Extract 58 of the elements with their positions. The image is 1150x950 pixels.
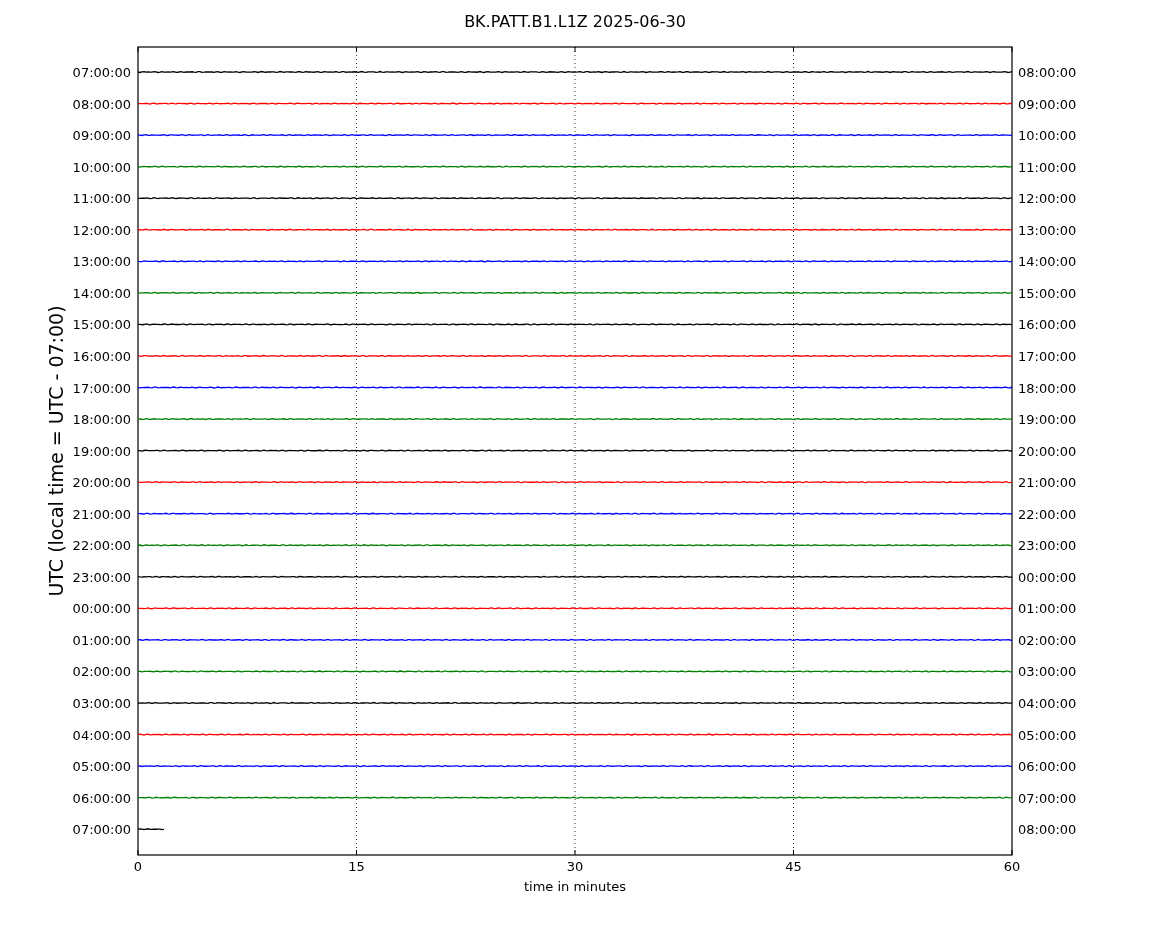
left-time-label: 15:00:00 bbox=[72, 317, 131, 333]
left-time-label: 07:00:00 bbox=[72, 822, 131, 838]
left-time-label: 11:00:00 bbox=[72, 191, 131, 207]
plot-title: BK.PATT.B1.L1Z 2025-06-30 bbox=[464, 12, 686, 31]
right-time-label: 14:00:00 bbox=[1018, 254, 1077, 270]
right-time-label: 09:00:00 bbox=[1018, 96, 1077, 112]
right-time-label: 02:00:00 bbox=[1018, 632, 1077, 648]
x-tick-label: 30 bbox=[566, 859, 584, 874]
x-axis-label: time in minutes bbox=[523, 879, 627, 894]
left-time-label: 04:00:00 bbox=[72, 727, 131, 743]
right-time-label: 03:00:00 bbox=[1018, 664, 1077, 680]
right-time-label: 15:00:00 bbox=[1018, 285, 1077, 301]
x-tick-label: 0 bbox=[133, 859, 143, 874]
left-time-label: 22:00:00 bbox=[72, 538, 131, 554]
left-time-label: 01:00:00 bbox=[72, 632, 131, 648]
left-time-label: 19:00:00 bbox=[72, 443, 131, 459]
right-time-label: 01:00:00 bbox=[1018, 601, 1077, 617]
right-time-label: 04:00:00 bbox=[1018, 696, 1077, 711]
right-time-label: 11:00:00 bbox=[1018, 159, 1077, 175]
left-time-label: 10:00:00 bbox=[72, 159, 131, 175]
left-time-label: 13:00:00 bbox=[72, 254, 131, 270]
left-time-label: 03:00:00 bbox=[72, 696, 131, 711]
right-time-label: 20:00:00 bbox=[1018, 443, 1077, 459]
right-time-label: 08:00:00 bbox=[1018, 822, 1077, 838]
left-time-label: 02:00:00 bbox=[72, 664, 131, 680]
left-time-label: 00:00:00 bbox=[72, 601, 131, 617]
right-time-label: 12:00:00 bbox=[1018, 191, 1077, 207]
right-time-label: 07:00:00 bbox=[1018, 790, 1077, 806]
left-time-label: 14:00:00 bbox=[72, 285, 131, 301]
right-time-label: 19:00:00 bbox=[1018, 412, 1077, 428]
left-time-label: 18:00:00 bbox=[72, 412, 131, 428]
left-time-label: 08:00:00 bbox=[72, 96, 131, 112]
x-tick-label: 60 bbox=[1003, 859, 1021, 874]
y-axis-label: UTC (local time = UTC - 07:00) bbox=[45, 305, 67, 597]
right-time-label: 05:00:00 bbox=[1018, 727, 1077, 743]
right-time-label: 17:00:00 bbox=[1018, 348, 1077, 364]
right-time-label: 16:00:00 bbox=[1018, 317, 1077, 333]
right-time-label: 13:00:00 bbox=[1018, 222, 1077, 238]
right-time-label: 10:00:00 bbox=[1018, 128, 1077, 144]
left-time-label: 21:00:00 bbox=[72, 506, 131, 522]
right-time-label: 00:00:00 bbox=[1018, 569, 1077, 585]
x-tick-label: 45 bbox=[785, 859, 802, 874]
left-time-label: 20:00:00 bbox=[72, 475, 131, 491]
right-time-label: 23:00:00 bbox=[1018, 538, 1077, 554]
left-time-label: 05:00:00 bbox=[72, 759, 131, 775]
left-time-label: 23:00:00 bbox=[72, 569, 131, 585]
left-time-label: 06:00:00 bbox=[72, 790, 131, 806]
left-time-label: 07:00:00 bbox=[72, 65, 131, 80]
right-time-label: 21:00:00 bbox=[1018, 475, 1077, 491]
left-time-label: 17:00:00 bbox=[72, 380, 131, 396]
right-time-label: 22:00:00 bbox=[1018, 506, 1077, 522]
left-time-label: 09:00:00 bbox=[72, 128, 131, 144]
left-time-label: 16:00:00 bbox=[72, 348, 131, 364]
x-tick-label: 15 bbox=[348, 859, 365, 874]
left-time-label: 12:00:00 bbox=[72, 222, 131, 238]
right-time-label: 08:00:00 bbox=[1018, 65, 1077, 80]
right-time-label: 06:00:00 bbox=[1018, 759, 1077, 775]
right-time-label: 18:00:00 bbox=[1018, 380, 1077, 396]
